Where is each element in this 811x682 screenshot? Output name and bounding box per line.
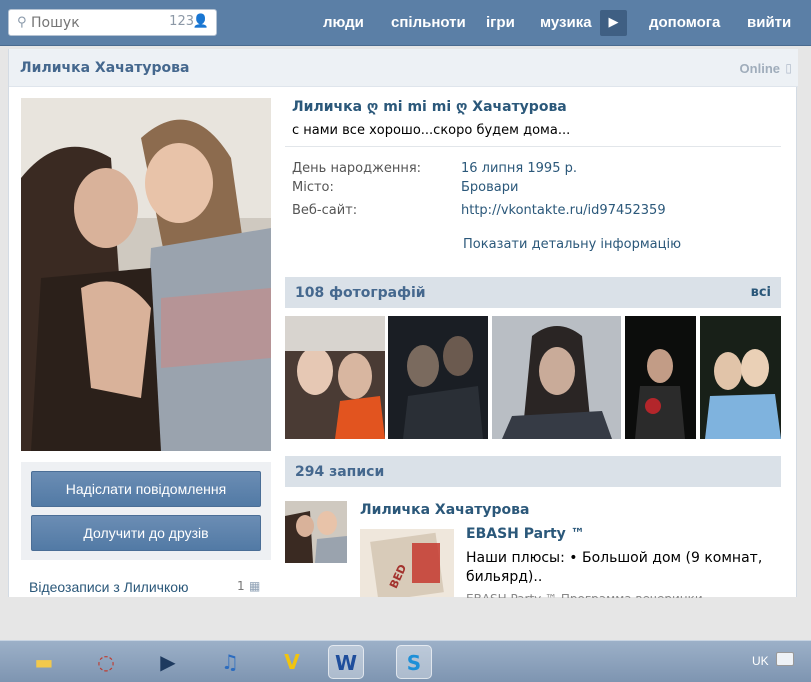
photo-thumb[interactable] <box>492 316 621 439</box>
nav-logout[interactable]: вийти <box>747 14 791 31</box>
keyboard-icon[interactable] <box>776 652 794 666</box>
search-input[interactable] <box>31 13 161 32</box>
post-text: Наши плюсы: • Большой дом (9 комнат, бил… <box>466 550 763 585</box>
wall-header[interactable]: 294 записи <box>285 456 781 487</box>
city-label: Місто: <box>292 180 334 195</box>
status-text[interactable]: с нами все хорошо...скоро будем дома... <box>292 123 570 138</box>
film-icon: ▦ <box>249 579 261 593</box>
word-icon[interactable]: W <box>328 645 364 679</box>
post-author-name[interactable]: Лиличка Хачатурова <box>360 502 529 518</box>
nav-music[interactable]: музика <box>540 14 592 31</box>
post-author-avatar[interactable] <box>285 501 347 563</box>
play-icon[interactable]: ▶ <box>600 10 627 36</box>
profile-name: Лиличка Хачатурова <box>20 60 190 76</box>
photos-title[interactable]: 108 фотографій <box>295 285 426 301</box>
profile-page: Лиличка Хачатурова Online ▯ Надіслати по… <box>8 49 798 598</box>
repost-image[interactable]: BED <box>360 529 454 597</box>
itunes-icon[interactable]: ♫ <box>212 645 248 679</box>
search-box[interactable]: ⚲ 123 👤 <box>8 9 217 36</box>
photo-thumb[interactable] <box>625 316 696 439</box>
online-status: Online <box>739 61 780 76</box>
skype-icon[interactable]: S <box>396 645 432 679</box>
birthday-label: День народження: <box>292 161 422 176</box>
nav-games[interactable]: ігри <box>486 14 515 31</box>
top-header: ⚲ 123 👤 люди спільноти ігри музика ▶ доп… <box>0 0 811 46</box>
profile-actions: Надіслати повідомлення Долучити до друзі… <box>21 462 271 560</box>
profile-avatar[interactable] <box>21 98 271 451</box>
divider <box>285 146 781 147</box>
nav-communities[interactable]: спільноти <box>391 14 466 31</box>
nav-people[interactable]: люди <box>323 14 364 31</box>
wall-title[interactable]: 294 записи <box>295 464 384 480</box>
add-friend-button[interactable]: Долучити до друзів <box>31 515 261 551</box>
birthday-value[interactable]: 16 липня 1995 р. <box>461 161 577 176</box>
windows-taskbar: ▬ ◌ ▶ ♫ V W S UK <box>0 640 811 682</box>
send-message-button[interactable]: Надіслати повідомлення <box>31 471 261 507</box>
photo-thumb[interactable] <box>285 316 385 439</box>
website-label: Веб-сайт: <box>292 203 358 218</box>
person-icon: 👤 <box>192 14 209 29</box>
folder-icon[interactable]: ▬ <box>26 645 62 679</box>
mobile-icon: ▯ <box>785 61 792 75</box>
photos-header[interactable]: 108 фотографій всі <box>285 277 781 308</box>
media-player-icon[interactable]: ▶ <box>150 645 186 679</box>
videos-link[interactable]: Відеозаписи з Лиличкою <box>29 579 189 595</box>
profile-full-name: Лиличка ღ mi mi mi ღ Хачатурова <box>292 99 567 115</box>
city-value[interactable]: Бровари <box>461 180 518 195</box>
website-value[interactable]: http://vkontakte.ru/id97452359 <box>461 203 666 218</box>
repost-title[interactable]: EBASH Party ™ <box>466 526 585 542</box>
search-icon: ⚲ <box>17 15 27 30</box>
online-friends-count[interactable]: 123 <box>169 14 194 29</box>
vegas-icon[interactable]: V <box>274 645 310 679</box>
profile-name-bar: Лиличка Хачатурова Online ▯ <box>9 49 798 87</box>
show-details-link[interactable]: Показати детальну інформацію <box>463 237 681 252</box>
nav-help[interactable]: допомога <box>649 14 720 31</box>
language-indicator[interactable]: UK <box>752 654 769 668</box>
browser-icon[interactable]: ◌ <box>88 645 124 679</box>
photo-thumb[interactable] <box>388 316 488 439</box>
photos-all-link[interactable]: всі <box>751 285 771 300</box>
post-text-cut: EBASH Party ™ Программа вечеринки <box>466 592 703 598</box>
photo-thumb[interactable] <box>700 316 781 439</box>
videos-count: 1 <box>237 579 245 593</box>
